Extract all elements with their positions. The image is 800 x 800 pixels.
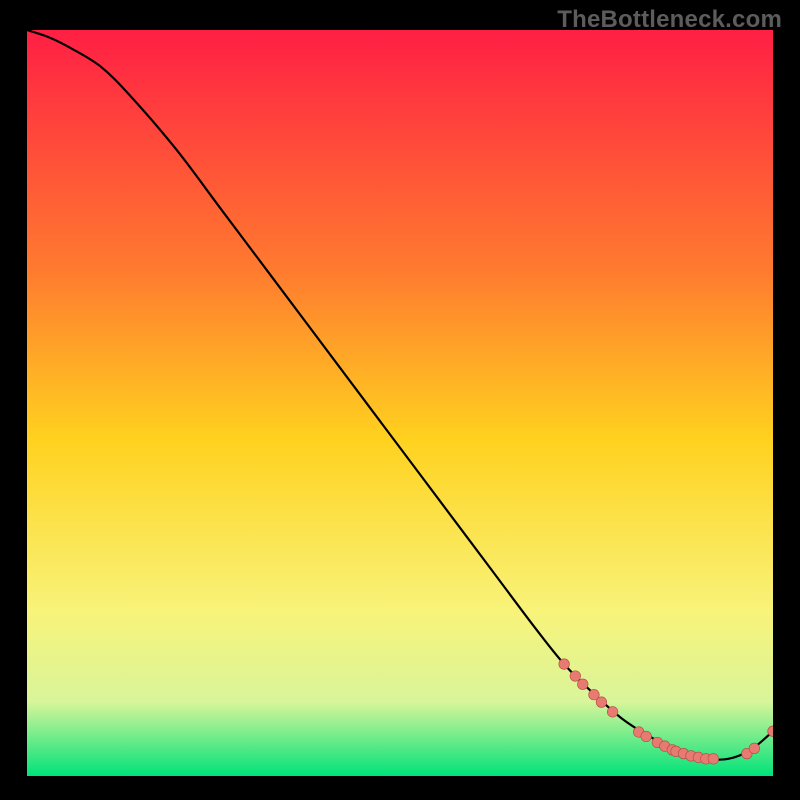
curve-marker [559,659,570,670]
plot-svg [27,30,773,776]
plot-area [27,30,773,776]
chart-stage: TheBottleneck.com [0,0,800,800]
gradient-background [27,30,773,776]
curve-marker [607,707,618,718]
curve-marker [570,671,581,682]
curve-marker [577,679,588,690]
curve-marker [708,754,719,765]
curve-marker [749,743,760,754]
curve-marker [596,697,607,708]
curve-marker [641,731,652,742]
